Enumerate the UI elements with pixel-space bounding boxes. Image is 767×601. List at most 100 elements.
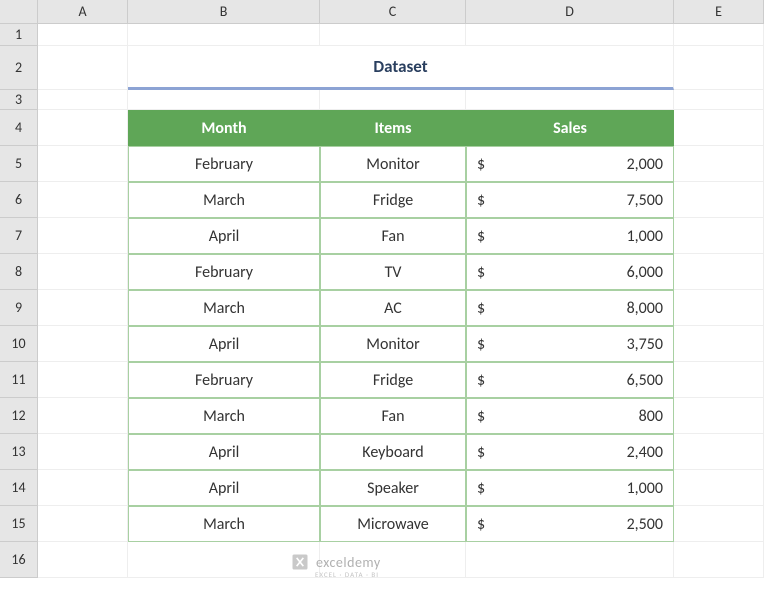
cell-sales[interactable]: $2,400 [466,434,674,470]
cell[interactable] [38,542,128,578]
row-header[interactable]: 12 [0,398,38,434]
cell[interactable] [38,362,128,398]
select-all-corner[interactable] [0,0,38,24]
cell-sales[interactable]: $6,500 [466,362,674,398]
row-header[interactable]: 5 [0,146,38,182]
cell[interactable] [38,326,128,362]
cell[interactable] [674,146,764,182]
row-header[interactable]: 10 [0,326,38,362]
cell[interactable] [128,90,320,110]
cell[interactable] [674,24,764,46]
cell-sales[interactable]: $2,500 [466,506,674,542]
cell[interactable] [38,398,128,434]
cell[interactable] [674,470,764,506]
cell[interactable] [466,24,674,46]
cell-sales[interactable]: $2,000 [466,146,674,182]
cell-month[interactable]: February [128,362,320,398]
cell-sales[interactable]: $6,000 [466,254,674,290]
cell[interactable] [674,90,764,110]
cell-items[interactable]: Monitor [320,326,466,362]
cell-month[interactable]: February [128,146,320,182]
cell[interactable] [128,542,320,578]
row-header[interactable]: 14 [0,470,38,506]
row-header[interactable]: 8 [0,254,38,290]
cell-items[interactable]: Microwave [320,506,466,542]
cell-sales[interactable]: $800 [466,398,674,434]
cell-items[interactable]: Fridge [320,182,466,218]
cell-items[interactable]: Fridge [320,362,466,398]
row-header[interactable]: 11 [0,362,38,398]
cell[interactable] [674,218,764,254]
cell[interactable] [466,90,674,110]
cell-items[interactable]: Keyboard [320,434,466,470]
cell[interactable] [38,506,128,542]
row-header[interactable]: 16 [0,542,38,578]
cell-items[interactable]: Monitor [320,146,466,182]
cell-items[interactable]: Speaker [320,470,466,506]
cell[interactable] [674,254,764,290]
header-month[interactable]: Month [128,110,320,146]
cell-items[interactable]: Fan [320,218,466,254]
column-header[interactable]: C [320,0,466,24]
cell[interactable] [38,46,128,90]
row-header[interactable]: 1 [0,24,38,46]
cell[interactable] [674,542,764,578]
cell-month[interactable]: April [128,218,320,254]
cell[interactable] [38,254,128,290]
cell-sales[interactable]: $7,500 [466,182,674,218]
cell[interactable] [38,24,128,46]
cell[interactable] [674,506,764,542]
header-items[interactable]: Items [320,110,466,146]
cell[interactable] [38,110,128,146]
cell-month[interactable]: April [128,434,320,470]
cell[interactable] [674,434,764,470]
header-sales[interactable]: Sales [466,110,674,146]
row-header[interactable]: 7 [0,218,38,254]
row-header[interactable]: 3 [0,90,38,110]
cell[interactable] [674,362,764,398]
cell[interactable] [38,434,128,470]
row-header[interactable]: 6 [0,182,38,218]
cell[interactable] [674,110,764,146]
column-header[interactable]: A [38,0,128,24]
cell-sales[interactable]: $8,000 [466,290,674,326]
cell-month[interactable]: February [128,254,320,290]
cell-month[interactable]: March [128,182,320,218]
cell-month[interactable]: April [128,326,320,362]
dataset-title[interactable]: Dataset [128,46,674,90]
cell-month[interactable]: March [128,506,320,542]
cell-month[interactable]: March [128,290,320,326]
cell[interactable] [38,90,128,110]
cell[interactable] [320,90,466,110]
column-header[interactable]: E [674,0,764,24]
cell[interactable] [38,218,128,254]
cell-sales[interactable]: $3,750 [466,326,674,362]
cell[interactable] [38,470,128,506]
row-header[interactable]: 9 [0,290,38,326]
cell[interactable] [674,46,764,90]
row-header[interactable]: 15 [0,506,38,542]
row-header[interactable]: 2 [0,46,38,90]
cell[interactable] [38,290,128,326]
cell[interactable] [128,24,320,46]
cell[interactable] [320,542,466,578]
cell[interactable] [38,182,128,218]
cell[interactable] [674,398,764,434]
cell[interactable] [466,542,674,578]
cell[interactable] [674,326,764,362]
cell-month[interactable]: April [128,470,320,506]
cell[interactable] [320,24,466,46]
cell-month[interactable]: March [128,398,320,434]
cell-sales[interactable]: $1,000 [466,218,674,254]
column-header[interactable]: D [466,0,674,24]
cell-sales[interactable]: $1,000 [466,470,674,506]
cell[interactable] [674,290,764,326]
cell-items[interactable]: Fan [320,398,466,434]
row-header[interactable]: 4 [0,110,38,146]
cell-items[interactable]: AC [320,290,466,326]
row-header[interactable]: 13 [0,434,38,470]
column-header[interactable]: B [128,0,320,24]
cell-items[interactable]: TV [320,254,466,290]
cell[interactable] [674,182,764,218]
cell[interactable] [38,146,128,182]
